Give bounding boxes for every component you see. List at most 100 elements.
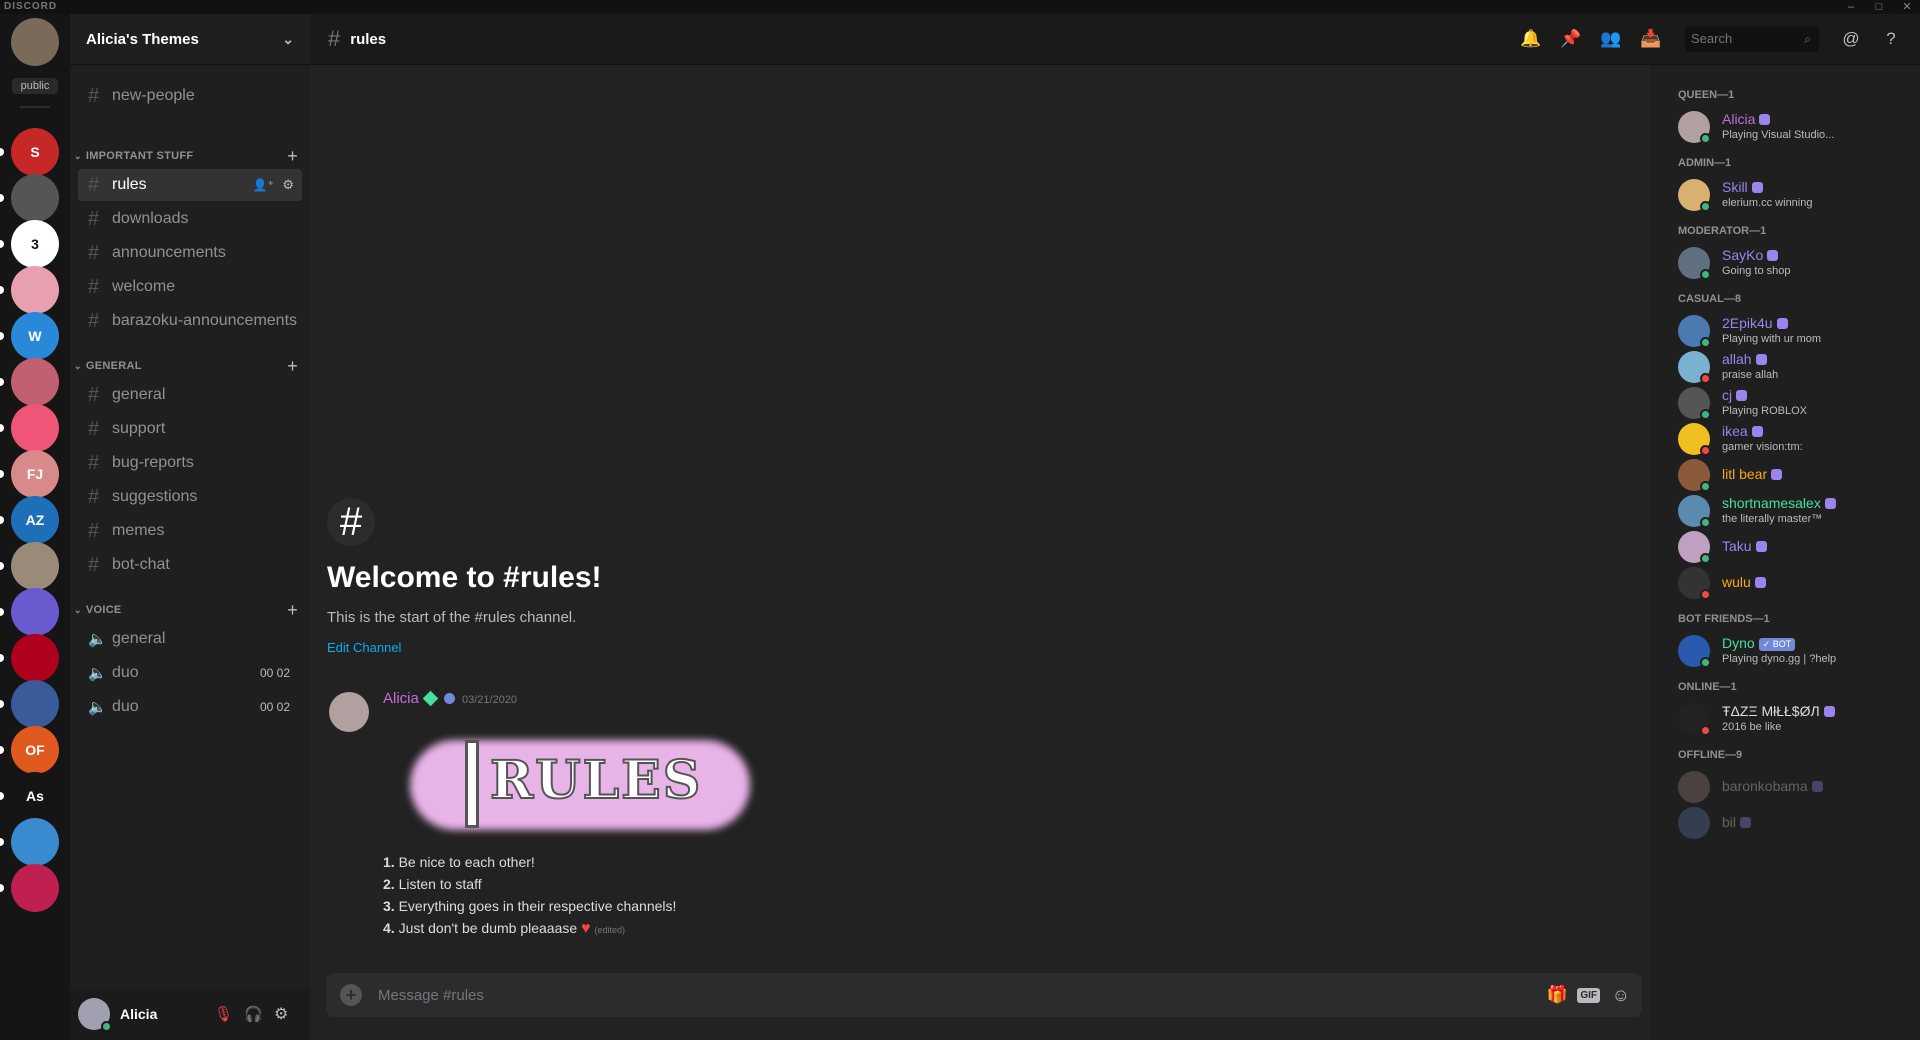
- member-activity: praise allah: [1722, 369, 1779, 381]
- voice-channel-duo[interactable]: 🔈 duo 00 02: [78, 691, 302, 723]
- member-item[interactable]: Alicia Playing Visual Studio...: [1678, 107, 1910, 147]
- minimize-icon[interactable]: –: [1844, 0, 1858, 14]
- server-fj[interactable]: FJ: [11, 450, 59, 498]
- voice-channel-duo[interactable]: 🔈 duo 00 02: [78, 657, 302, 689]
- gear-icon[interactable]: ⚙: [274, 1004, 288, 1024]
- mute-mic-icon[interactable]: 🎙: [214, 1005, 233, 1023]
- channel-support[interactable]: # support: [78, 413, 302, 445]
- server-of[interactable]: OF: [11, 726, 59, 774]
- gift-icon[interactable]: 🎁: [1547, 985, 1568, 1005]
- channel-new-people[interactable]: # new-people: [78, 80, 302, 112]
- close-icon[interactable]: ✕: [1900, 0, 1914, 14]
- pin-icon[interactable]: 📌: [1560, 28, 1582, 50]
- member-item[interactable]: Skill elerium.cc winning: [1678, 175, 1910, 215]
- rule-text: Just don't be dumb pleaaase: [398, 920, 578, 936]
- headset-icon[interactable]: 🎧: [244, 1005, 263, 1023]
- member-item[interactable]: allah praise allah: [1678, 347, 1910, 387]
- maximize-icon[interactable]: □: [1872, 0, 1886, 14]
- channel-announcements[interactable]: # announcements: [78, 237, 302, 269]
- server-spider[interactable]: [11, 634, 59, 682]
- member-item[interactable]: litl bear: [1678, 455, 1910, 495]
- hash-icon: #: [88, 241, 100, 264]
- inbox-icon[interactable]: 📥: [1640, 28, 1662, 50]
- edit-channel-link[interactable]: Edit Channel: [327, 640, 401, 655]
- gear-icon[interactable]: ⚙: [282, 177, 294, 193]
- member-name: ŦΔZΞ MłŁŁ$ØЛ: [1722, 703, 1835, 719]
- channel-bot-chat[interactable]: # bot-chat: [78, 549, 302, 581]
- member-item[interactable]: wulu: [1678, 563, 1910, 603]
- mention-icon[interactable]: @: [1840, 28, 1862, 50]
- emoji-icon[interactable]: ☺: [1612, 985, 1630, 1006]
- member-item[interactable]: shortnamesalex the literally master™: [1678, 491, 1910, 531]
- chevron-down-icon[interactable]: ⌄: [282, 31, 294, 48]
- member-item[interactable]: baronkobama: [1678, 767, 1910, 807]
- channel-label: support: [112, 420, 166, 437]
- status-indicator-icon: [1700, 589, 1711, 600]
- server-aztup[interactable]: AZ: [11, 496, 59, 544]
- server-anime2[interactable]: [11, 680, 59, 728]
- server-as[interactable]: As: [11, 772, 59, 820]
- server-scripts[interactable]: S: [11, 128, 59, 176]
- app-brand: DISCORD: [4, 1, 58, 12]
- server-alicias-themes[interactable]: [11, 18, 59, 66]
- channel-welcome[interactable]: # welcome: [78, 271, 302, 303]
- help-icon[interactable]: ?: [1880, 28, 1902, 50]
- message-input[interactable]: Message #rules: [378, 987, 484, 1004]
- channel-memes[interactable]: # memes: [78, 515, 302, 547]
- speaker-icon: 🔈: [88, 699, 107, 716]
- member-item[interactable]: cj Playing ROBLOX: [1678, 383, 1910, 423]
- status-indicator-icon: [1700, 133, 1711, 144]
- search-input[interactable]: Search ⌕: [1685, 26, 1819, 52]
- guild-header[interactable]: Alicia's Themes ⌄: [70, 14, 310, 65]
- server-w[interactable]: W: [11, 312, 59, 360]
- add-attachment-icon[interactable]: +: [340, 984, 362, 1006]
- gif-button[interactable]: GIF: [1577, 987, 1600, 1003]
- role-badge-icon: [1823, 706, 1835, 717]
- welcome-subtitle: This is the start of the #rules channel.: [327, 609, 577, 626]
- server-dog[interactable]: [11, 542, 59, 590]
- member-item[interactable]: Dyno ✓ BOT Playing dyno.gg | ?help: [1678, 631, 1910, 671]
- channel-rules[interactable]: # rules 👤⁺ ⚙: [78, 169, 302, 201]
- member-item[interactable]: 2Epik4u Playing with ur mom: [1678, 311, 1910, 351]
- hash-icon: #: [88, 309, 100, 332]
- server-3name[interactable]: 3: [11, 220, 59, 268]
- channel-general[interactable]: # general: [78, 379, 302, 411]
- member-item[interactable]: ŦΔZΞ MłŁŁ$ØЛ 2016 be like: [1678, 699, 1910, 739]
- add-channel-icon[interactable]: +: [287, 146, 298, 167]
- category-general[interactable]: ⌄ GENERAL +: [74, 356, 304, 377]
- server-raccoon[interactable]: [11, 174, 59, 222]
- member-item[interactable]: SayKo Going to shop: [1678, 243, 1910, 283]
- member-name: baronkobama: [1722, 778, 1823, 794]
- bell-icon[interactable]: 🔔: [1520, 28, 1542, 50]
- server-heart[interactable]: [11, 864, 59, 912]
- member-item[interactable]: ikea gamer vision:tm:: [1678, 419, 1910, 459]
- server-unread-indicator: [0, 240, 4, 248]
- search-placeholder: Search: [1691, 31, 1733, 46]
- server-cube[interactable]: [11, 818, 59, 866]
- avatar[interactable]: [78, 998, 112, 1032]
- server-berry[interactable]: [11, 404, 59, 452]
- member-item[interactable]: bil: [1678, 803, 1910, 843]
- member-item[interactable]: Taku: [1678, 527, 1910, 567]
- avatar[interactable]: [329, 692, 369, 732]
- channel-barazoku-announcements[interactable]: # barazoku-announcements: [78, 305, 302, 337]
- server-rabbit[interactable]: [11, 266, 59, 314]
- message-author[interactable]: Alicia: [383, 690, 419, 707]
- server-purple[interactable]: [11, 588, 59, 636]
- banner-text: RULES: [489, 749, 703, 812]
- add-channel-icon[interactable]: +: [287, 600, 298, 621]
- rules-banner-image[interactable]: RULES: [400, 730, 760, 840]
- voice-channel-general[interactable]: 🔈 general: [78, 623, 302, 655]
- category-important-stuff[interactable]: ⌄ IMPORTANT STUFF +: [74, 146, 304, 167]
- category-voice[interactable]: ⌄ VOICE +: [74, 600, 304, 621]
- server-anime[interactable]: [11, 358, 59, 406]
- channel-bug-reports[interactable]: # bug-reports: [78, 447, 302, 479]
- channel-title: rules: [350, 30, 387, 48]
- members-icon[interactable]: 👥: [1600, 28, 1622, 50]
- channel-suggestions[interactable]: # suggestions: [78, 481, 302, 513]
- invite-icon[interactable]: 👤⁺: [253, 178, 274, 192]
- add-channel-icon[interactable]: +: [287, 356, 298, 377]
- chat-area: # Welcome to #rules! This is the start o…: [310, 65, 1650, 1040]
- member-name-text: Dyno: [1722, 635, 1755, 651]
- channel-downloads[interactable]: # downloads: [78, 203, 302, 235]
